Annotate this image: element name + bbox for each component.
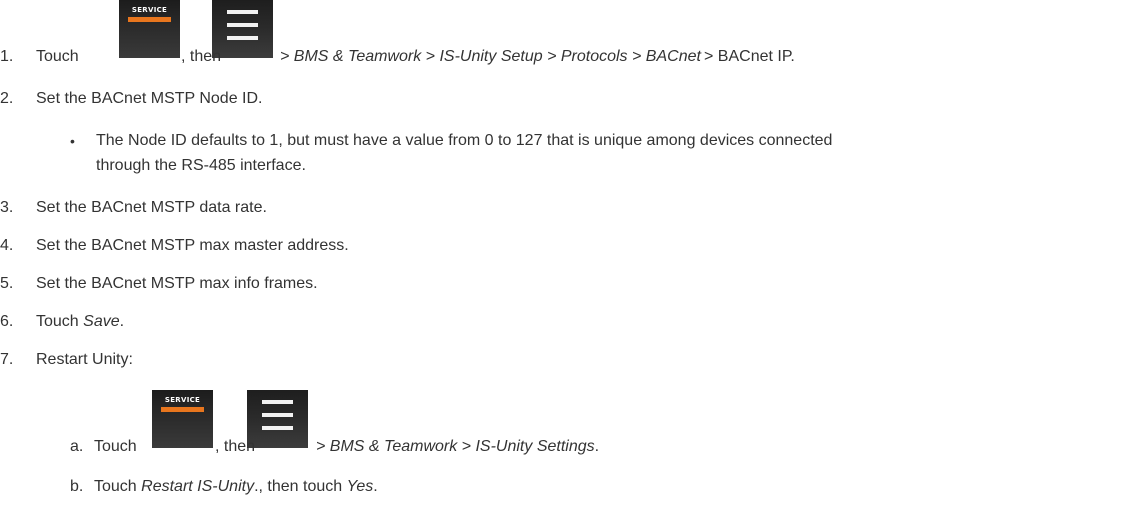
service-icon-label: SERVICE bbox=[164, 396, 201, 404]
step-menu-path: > BMS & Teamwork > IS-Unity Setup > Prot… bbox=[280, 48, 701, 65]
step-number: 7. bbox=[0, 351, 14, 368]
step-number: 5. bbox=[0, 275, 14, 292]
bullet-text-line-1: The Node ID defaults to 1, but must have… bbox=[96, 132, 833, 149]
substep-a: a. Touch , then > BMS & Teamwork > IS-Un… bbox=[0, 437, 1144, 457]
step-number: 1. bbox=[0, 48, 14, 65]
step-7: 7. Restart Unity: bbox=[0, 350, 1144, 370]
step-period: . bbox=[373, 478, 378, 495]
step-touch-text: Touch bbox=[94, 438, 137, 455]
yes-label: Yes bbox=[346, 478, 374, 495]
step-text: Restart Unity: bbox=[36, 351, 133, 368]
step-number: 2. bbox=[0, 90, 14, 107]
step-final-item: > BACnet IP. bbox=[704, 48, 795, 65]
step-5: 5. Set the BACnet MSTP max info frames. bbox=[0, 274, 1144, 294]
bullet-glyph: • bbox=[70, 133, 75, 149]
step-menu-path: > BMS & Teamwork > IS-Unity Settings bbox=[316, 438, 595, 455]
substep-letter: b. bbox=[70, 478, 84, 495]
substep-b: b. Touch Restart IS-Unity., then touch Y… bbox=[0, 477, 1144, 497]
step-touch-text: Touch bbox=[94, 478, 137, 495]
step-text: Set the BACnet MSTP Node ID. bbox=[36, 90, 263, 107]
step-3: 3. Set the BACnet MSTP data rate. bbox=[0, 198, 1144, 218]
step-4: 4. Set the BACnet MSTP max master addres… bbox=[0, 236, 1144, 256]
step-number: 4. bbox=[0, 237, 14, 254]
step-period: . bbox=[119, 313, 125, 330]
service-icon-accent-bar bbox=[161, 407, 204, 412]
step-then-touch-text: ., then touch bbox=[254, 478, 343, 495]
service-icon-accent-bar bbox=[128, 17, 171, 22]
bullet-text-line-2: through the RS-485 interface. bbox=[96, 157, 306, 174]
step-number: 6. bbox=[0, 313, 14, 330]
restart-is-unity-label: Restart IS-Unity bbox=[141, 478, 255, 495]
step-text: Set the BACnet MSTP data rate. bbox=[36, 199, 267, 216]
step-text: Set the BACnet MSTP max master address. bbox=[36, 237, 349, 254]
step-1: 1. Touch , then > BMS & Teamwork > IS-Un… bbox=[0, 47, 1144, 67]
step-period: . bbox=[594, 438, 600, 455]
step-then-text: , then bbox=[181, 48, 222, 65]
step-2: 2. Set the BACnet MSTP Node ID. bbox=[0, 89, 1144, 109]
substep-letter: a. bbox=[70, 438, 84, 455]
service-icon-label: SERVICE bbox=[131, 6, 168, 14]
step-number: 3. bbox=[0, 199, 14, 216]
step-text: Set the BACnet MSTP max info frames. bbox=[36, 275, 318, 292]
bullet-note: • The Node ID defaults to 1, but must ha… bbox=[0, 131, 1144, 175]
step-6: 6. Touch Save. bbox=[0, 312, 1144, 332]
step-touch-text: Touch bbox=[36, 48, 79, 65]
save-label: Save bbox=[83, 313, 120, 330]
step-then-text: , then bbox=[215, 438, 256, 455]
step-touch-text: Touch bbox=[36, 313, 79, 330]
